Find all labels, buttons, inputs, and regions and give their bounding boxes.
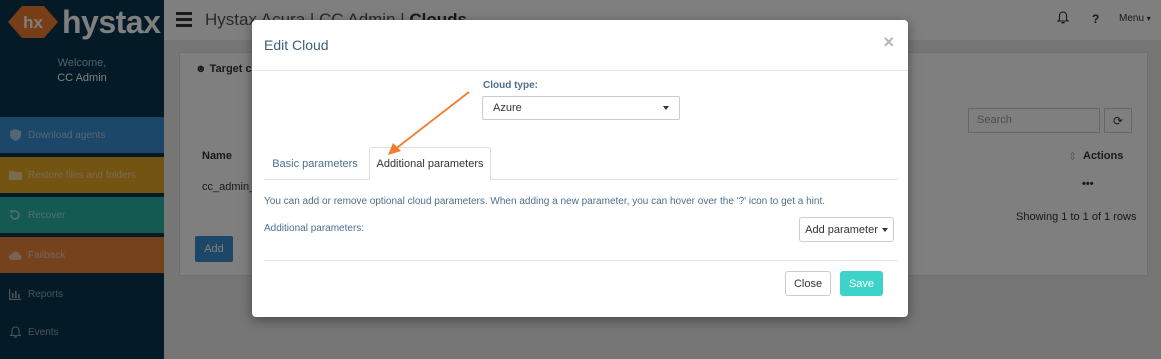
close-icon[interactable]: × bbox=[883, 32, 894, 53]
cloud-type-value: Azure bbox=[493, 102, 522, 114]
tab-basic-parameters[interactable]: Basic parameters bbox=[264, 147, 366, 180]
modal-title: Edit Cloud bbox=[264, 37, 329, 53]
hint-text: You can add or remove optional cloud par… bbox=[264, 196, 826, 207]
modal-footer-divider bbox=[264, 260, 898, 261]
add-parameter-label: Add parameter bbox=[805, 223, 878, 236]
caret-down-icon bbox=[881, 227, 888, 232]
tab-additional-parameters[interactable]: Additional parameters bbox=[369, 147, 491, 180]
add-parameter-button[interactable]: Add parameter bbox=[799, 217, 894, 242]
additional-parameters-label: Additional parameters: bbox=[264, 223, 365, 234]
cloud-type-label: Cloud type: bbox=[483, 80, 538, 91]
modal-header-divider bbox=[252, 70, 908, 71]
save-button[interactable]: Save bbox=[840, 271, 883, 296]
caret-down-icon bbox=[663, 106, 669, 110]
cloud-type-select[interactable]: Azure bbox=[482, 96, 680, 120]
close-button[interactable]: Close bbox=[785, 271, 831, 296]
edit-cloud-modal: Edit Cloud × Cloud type: Azure Basic par… bbox=[252, 20, 908, 317]
